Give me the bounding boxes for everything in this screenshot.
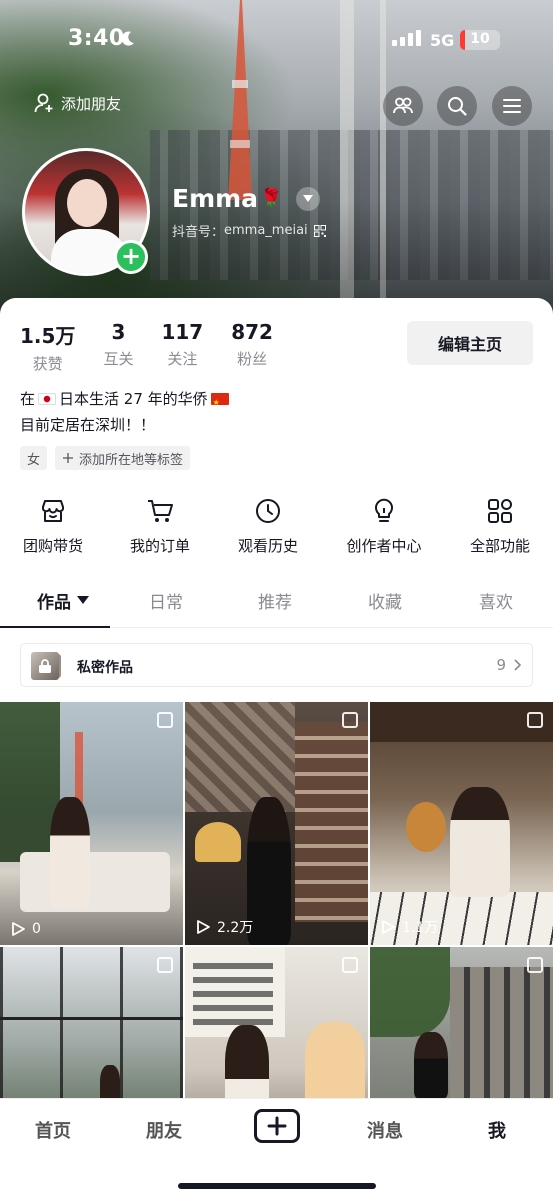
private-works-entry[interactable]: 私密作品 9: [20, 643, 533, 687]
tab-messages[interactable]: 消息: [367, 1117, 403, 1143]
tab-friends[interactable]: 朋友: [146, 1117, 182, 1143]
rose-emoji: 🌹: [260, 188, 283, 209]
add-friend-label: 添加朋友: [61, 94, 122, 113]
people-icon: [393, 97, 413, 114]
visitors-button[interactable]: [383, 86, 423, 126]
battery-level: 10: [470, 31, 490, 47]
chevron-right-icon: [514, 659, 522, 671]
plus-icon: [267, 1116, 287, 1136]
status-time: 3:40: [68, 26, 125, 51]
hamburger-menu-icon: [503, 99, 521, 113]
cart-icon: [146, 496, 174, 526]
tab-me[interactable]: 我: [488, 1117, 506, 1143]
video-play-count: 2.2万: [195, 917, 253, 937]
video-thumbnail[interactable]: [370, 947, 553, 1098]
multi-image-icon: [342, 957, 358, 973]
tab-home[interactable]: 首页: [35, 1117, 71, 1143]
multi-image-icon: [527, 957, 543, 973]
account-id: emma_meiai: [224, 223, 308, 238]
play-icon: [197, 920, 210, 934]
video-play-count: 1.1万: [380, 917, 438, 937]
menu-button[interactable]: [492, 86, 532, 126]
add-location-tag[interactable]: 添加所在地等标签: [55, 446, 191, 470]
video-grid: 0 2.2万 1.1万: [0, 702, 553, 1098]
status-bar: 3:40 5G 10: [0, 26, 553, 56]
profile-name-row[interactable]: Emma 🌹: [172, 184, 321, 213]
feature-watch-history[interactable]: 观看历史: [218, 496, 318, 556]
plus-icon: [63, 453, 74, 463]
clock-icon: [254, 496, 282, 526]
stat-mutual[interactable]: 3 互关: [103, 320, 133, 374]
profile-name: Emma: [172, 184, 259, 213]
lightbulb-icon: [370, 496, 398, 526]
apps-icon: [486, 496, 514, 526]
video-thumbnail[interactable]: [0, 947, 183, 1098]
multi-image-icon: [157, 712, 173, 728]
japan-flag-icon: [38, 393, 57, 405]
private-works-thumbnail: [31, 652, 59, 680]
play-icon: [382, 920, 395, 934]
video-play-count: 0: [10, 921, 41, 937]
profile-stats: 1.5万 获赞 3 互关 117 关注 872 粉丝: [20, 320, 301, 374]
tab-favorites[interactable]: 收藏: [368, 588, 402, 613]
multi-image-icon: [342, 712, 358, 728]
feature-shortcuts: 团购带货 我的订单 观看历史 创作者中心 全部功能: [0, 496, 553, 556]
tab-daily[interactable]: 日常: [149, 588, 183, 613]
video-thumbnail[interactable]: 0: [0, 702, 183, 945]
lock-icon: [39, 659, 51, 673]
account-prefix: 抖音号：: [172, 225, 225, 240]
feature-group-buy[interactable]: 团购带货: [3, 496, 103, 556]
signal-icon: [392, 30, 421, 46]
tab-recommended[interactable]: 推荐: [258, 588, 292, 613]
add-story-button[interactable]: +: [114, 240, 148, 274]
video-thumbnail[interactable]: 1.1万: [370, 702, 553, 945]
video-thumbnail[interactable]: 2.2万: [185, 702, 368, 945]
shop-icon: [39, 496, 67, 526]
private-works-count: 9: [496, 656, 506, 674]
add-user-icon: [34, 93, 53, 113]
china-flag-icon: [210, 390, 229, 416]
search-button[interactable]: [437, 86, 477, 126]
qr-code-icon[interactable]: [313, 224, 326, 237]
feature-all-functions[interactable]: 全部功能: [450, 496, 550, 556]
stat-following[interactable]: 117 关注: [161, 320, 203, 374]
edit-profile-button[interactable]: 编辑主页: [407, 321, 533, 365]
tab-likes[interactable]: 喜欢: [479, 588, 513, 613]
feature-my-orders[interactable]: 我的订单: [110, 496, 210, 556]
profile-tags: 女 添加所在地等标签: [20, 446, 198, 470]
stat-likes[interactable]: 1.5万 获赞: [20, 320, 75, 374]
account-switch-button[interactable]: [296, 186, 321, 211]
multi-image-icon: [527, 712, 543, 728]
video-thumbnail[interactable]: [185, 947, 368, 1098]
search-icon: [448, 97, 467, 116]
content-tabs: 作品 日常 推荐 收藏 喜欢: [0, 580, 553, 628]
moon-icon: [121, 31, 134, 46]
battery-icon: 10: [460, 30, 500, 50]
create-button[interactable]: [254, 1109, 300, 1143]
add-friend-button[interactable]: 添加朋友: [34, 92, 121, 114]
play-icon: [12, 922, 25, 936]
bio: 在日本生活 27 年的华侨 目前定居在深圳！！: [20, 386, 232, 438]
feature-creator-center[interactable]: 创作者中心: [334, 496, 434, 556]
home-indicator: [178, 1183, 376, 1189]
network-type: 5G: [430, 31, 455, 50]
account-id-row[interactable]: 抖音号： emma_meiai: [172, 221, 326, 240]
bio-line-2: 目前定居在深圳！！: [20, 416, 156, 434]
caret-down-icon: [303, 194, 314, 202]
active-tab-indicator: [0, 626, 110, 628]
gender-tag[interactable]: 女: [20, 446, 48, 470]
bio-line-1: 在日本生活 27 年的华侨: [20, 386, 232, 416]
caret-down-icon: [77, 596, 89, 604]
tab-works[interactable]: 作品: [37, 588, 89, 613]
stat-followers[interactable]: 872 粉丝: [231, 320, 273, 374]
private-works-label: 私密作品: [77, 660, 133, 676]
multi-image-icon: [157, 957, 173, 973]
